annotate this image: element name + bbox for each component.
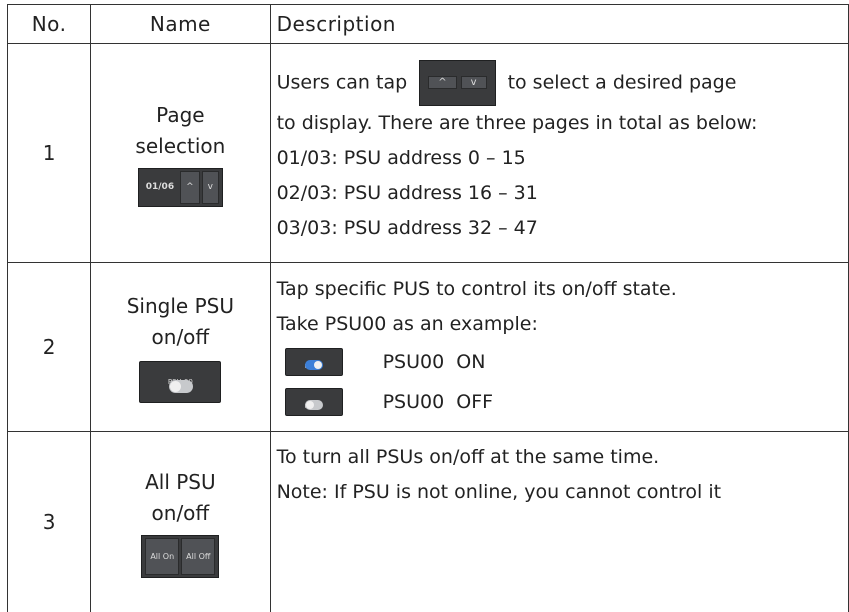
desc-text: to select a desired page — [508, 72, 737, 94]
table-row: 3 All PSU on/off All OnAll Off To turn a… — [8, 432, 849, 612]
desc-line: Tap specific PUS to control its on/off s… — [277, 272, 848, 307]
header-name: Name — [91, 5, 270, 44]
desc-line: 01/03: PSU address 0 – 15 — [277, 141, 848, 176]
name-line: All PSU — [91, 467, 269, 498]
chevron-up-icon: ^ — [180, 171, 200, 204]
row-number: 3 — [8, 432, 91, 612]
toggle-off-icon — [305, 400, 323, 410]
desc-line: 03/03: PSU address 32 – 47 — [277, 211, 848, 246]
table-row: 2 Single PSU on/off PSU 00 Tap specific … — [8, 263, 849, 432]
chevron-up-icon: ^ — [428, 76, 456, 89]
toggle-icon — [169, 380, 193, 393]
psu-off-text: PSU00 OFF — [383, 385, 494, 420]
desc-line: Take PSU00 as an example: — [277, 307, 848, 342]
psu-off-example: PSU 00 PSU00 OFF — [277, 382, 848, 422]
desc-line: 02/03: PSU address 16 – 31 — [277, 176, 848, 211]
page-selector-widget: 01/06^v — [138, 168, 223, 207]
page-arrows-widget: ^v — [419, 60, 495, 106]
row-description: To turn all PSUs on/off at the same time… — [270, 432, 848, 612]
all-on-button: All On — [145, 538, 179, 575]
row-name: Single PSU on/off PSU 00 — [91, 263, 270, 432]
header-no: No. — [8, 5, 91, 44]
row-number: 2 — [8, 263, 91, 432]
psu-on-widget: PSU 00 — [285, 348, 343, 376]
chevron-down-icon: v — [461, 76, 487, 89]
psu-on-example: PSU 00 PSU00 ON — [277, 342, 848, 382]
psu-toggle-widget: PSU 00 — [139, 361, 221, 403]
name-line: Single PSU — [91, 291, 269, 322]
name-line: Page — [91, 100, 269, 131]
psu-off-widget: PSU 00 — [285, 388, 343, 416]
row-description: Users can tap ^v to select a desired pag… — [270, 44, 848, 263]
all-off-button: All Off — [181, 538, 215, 575]
desc-text: Users can tap — [277, 72, 408, 94]
description-table: No. Name Description 1 Page selection 01… — [7, 4, 849, 612]
desc-line: Note: If PSU is not online, you cannot c… — [277, 475, 848, 510]
name-line: selection — [91, 131, 269, 162]
psu-on-text: PSU00 ON — [383, 345, 486, 380]
row-name: Page selection 01/06^v — [91, 44, 270, 263]
table-row: 1 Page selection 01/06^v Users can tap ^… — [8, 44, 849, 263]
name-line: on/off — [91, 498, 269, 529]
all-psu-widget: All OnAll Off — [141, 535, 219, 578]
header-description: Description — [270, 5, 848, 44]
name-line: on/off — [91, 322, 269, 353]
chevron-down-icon: v — [202, 171, 219, 204]
row-number: 1 — [8, 44, 91, 263]
desc-line: to display. There are three pages in tot… — [277, 106, 848, 141]
header-row: No. Name Description — [8, 5, 849, 44]
page-value: 01/06 — [142, 172, 178, 203]
desc-line: Users can tap ^v to select a desired pag… — [277, 60, 848, 106]
row-description: Tap specific PUS to control its on/off s… — [270, 263, 848, 432]
row-name: All PSU on/off All OnAll Off — [91, 432, 270, 612]
desc-line: To turn all PSUs on/off at the same time… — [277, 440, 848, 475]
toggle-on-icon — [305, 360, 323, 370]
